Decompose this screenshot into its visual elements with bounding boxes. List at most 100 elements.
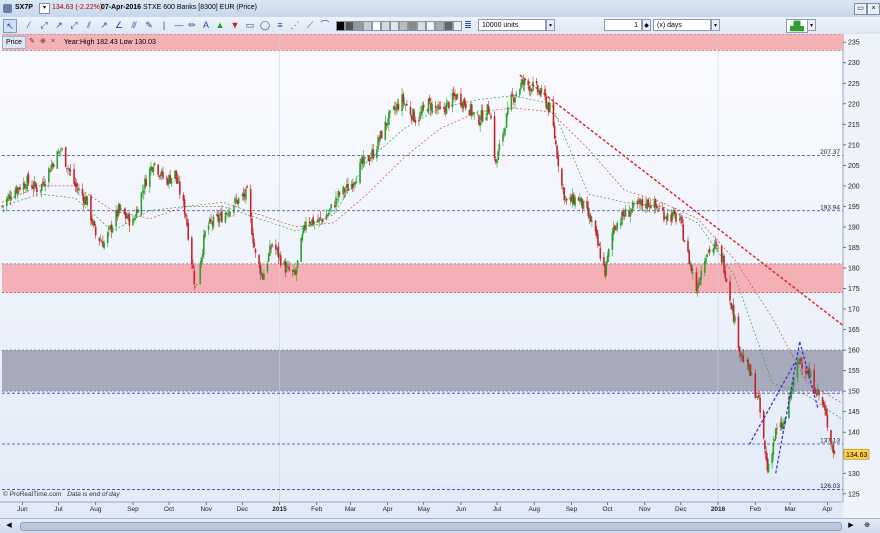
text-tool-icon[interactable]: A [200, 19, 212, 31]
line-style-icon[interactable]: ≣ [462, 19, 474, 31]
color-swatch-stone[interactable] [435, 21, 444, 31]
price-chart[interactable]: 207.37193.94137.13126.03 125130135140145… [0, 34, 880, 518]
pen-tool-icon[interactable]: ✎ [143, 19, 155, 31]
candle-2014-08-11-body [106, 232, 109, 243]
extend-tool-icon[interactable]: ↗ [98, 19, 110, 31]
candle-2016-02-19-body [776, 428, 778, 430]
cursor-tool-icon[interactable]: ↖ [3, 19, 17, 33]
wrench-icon[interactable]: ✎ [29, 38, 37, 46]
horizontal-line-tool-icon[interactable]: — [173, 19, 185, 31]
rectangle-tool-icon[interactable]: ▭ [244, 19, 256, 31]
candle-2015-05-12-body [436, 109, 438, 111]
candle-2015-11-06-body [649, 205, 652, 209]
chart-type-dropdown[interactable]: ▾ [807, 19, 816, 31]
y-tick-label-230: 230 [848, 60, 860, 67]
color-swatch-snow[interactable] [426, 21, 435, 31]
color-swatch-ash[interactable] [417, 21, 426, 31]
color-swatch-light[interactable] [453, 21, 462, 31]
units-input[interactable]: 10000 units [478, 19, 546, 31]
candle-2015-12-11-body [692, 272, 694, 274]
arrow-down-icon[interactable]: ▼ [229, 19, 241, 31]
candle-2015-05-06-body [428, 97, 431, 102]
candle-2014-10-24 [195, 283, 198, 285]
y-tick-label-205: 205 [848, 163, 860, 170]
candle-2014-11-17-body [224, 212, 227, 223]
color-swatch-grey[interactable] [354, 21, 363, 31]
candle-2015-12-21-body [704, 260, 706, 273]
fibonacci-tool-icon[interactable]: ≡ [274, 19, 286, 31]
candle-2016-04-04-body [830, 429, 832, 445]
candle-2014-07-28-body [90, 195, 92, 221]
y-tick-label-170: 170 [848, 307, 860, 314]
x-tick-label-22: Apr [822, 506, 833, 513]
candle-2014-10-17-body [187, 223, 190, 240]
candle-2015-02-27-body [347, 183, 349, 192]
color-swatch-slate[interactable] [408, 21, 417, 31]
trendline-tool-icon[interactable]: ⤢ [68, 19, 80, 31]
scroll-left-icon[interactable]: ◀ [4, 521, 14, 531]
candle-2015-07-10-body [507, 107, 509, 115]
vertical-line-tool-icon[interactable]: | [158, 19, 170, 31]
horizontal-scrollbar[interactable]: ◀ ▶ ⊕ [0, 518, 880, 533]
color-swatch-graphite[interactable] [444, 21, 453, 31]
period-spinner[interactable]: ◆ [642, 19, 651, 31]
color-swatch-white[interactable] [372, 21, 381, 31]
candle-2014-08-22-body [120, 208, 122, 210]
color-swatch-black[interactable] [336, 21, 345, 31]
candle-2016-02-08 [762, 409, 765, 440]
candle-2015-01-07-body [285, 265, 288, 272]
price-change-label: 134.63 (-2.22%) [52, 4, 103, 11]
zoom-icon[interactable]: ⊕ [862, 521, 872, 531]
scroll-thumb[interactable] [20, 522, 842, 531]
close-icon[interactable]: × [867, 3, 880, 15]
period-unit-dropdown[interactable]: ▾ [711, 19, 720, 31]
color-swatch-lightgrey[interactable] [363, 21, 372, 31]
close-panel-icon[interactable]: × [51, 38, 59, 46]
channel-tool-icon[interactable]: ⫽ [83, 19, 95, 31]
segment-tool-icon[interactable]: ⤢ [38, 19, 50, 31]
candle-2016-01-01-body [717, 248, 719, 249]
symbol-label[interactable]: SX7P [15, 4, 33, 11]
cycle-tool-icon[interactable]: ⌒ [319, 19, 331, 31]
candle-2015-02-11-body [327, 212, 330, 215]
candle-2014-06-17-body [40, 183, 43, 191]
scroll-right-icon[interactable]: ▶ [846, 521, 856, 531]
candle-2015-12-23-body [706, 254, 709, 257]
symbol-dropdown[interactable]: ▾ [39, 3, 50, 14]
x-tick-label-7: 2015 [272, 506, 287, 513]
candle-2015-07-08-body [504, 129, 507, 131]
candle-2014-10-27-body [199, 264, 202, 285]
ray-tool-icon[interactable]: ↗ [53, 19, 65, 31]
chart-type-icon[interactable]: ▟▙ [786, 19, 808, 33]
candle-2014-08-04-body [98, 237, 101, 241]
color-swatch-mid[interactable] [399, 21, 408, 31]
pencil-tool-icon[interactable]: ✏ [186, 19, 198, 31]
candle-2014-07-31-body [93, 221, 96, 226]
color-swatch-darkgrey[interactable] [345, 21, 354, 31]
level-label-0: 207.37 [820, 149, 840, 156]
fan-tool-icon[interactable]: ⋰ [289, 19, 301, 31]
color-swatch-silver[interactable] [381, 21, 390, 31]
units-dropdown[interactable]: ▾ [546, 19, 555, 31]
arrow-up-icon[interactable]: ▲ [214, 19, 226, 31]
candle-2014-05-16-body [2, 205, 5, 207]
magnify-icon[interactable]: ⊕ [40, 38, 48, 46]
x-tick-label-3: Sep [127, 506, 139, 513]
candle-2015-07-16-body [514, 97, 516, 103]
candle-2016-02-04-body [758, 394, 760, 398]
price-panel-label[interactable]: Price [2, 36, 26, 49]
line-tool-icon[interactable]: ⁄ [23, 19, 35, 31]
period-unit-select[interactable]: (x) days [653, 19, 711, 31]
color-swatch-pale[interactable] [390, 21, 399, 31]
candle-2015-02-10-body [326, 215, 329, 216]
minimize-icon[interactable]: ▭ [854, 3, 867, 15]
candle-2015-08-26-body [563, 187, 566, 200]
y-tick-label-210: 210 [848, 142, 860, 149]
candle-2014-10-24-body [195, 284, 198, 285]
angle-tool-icon[interactable]: ∠ [113, 19, 125, 31]
ellipse-tool-icon[interactable]: ◯ [259, 19, 271, 31]
parallel-tool-icon[interactable]: ⫻ [128, 19, 140, 31]
period-input[interactable]: 1 [604, 19, 642, 31]
candle-2015-06-29-body [493, 116, 496, 158]
gann-tool-icon[interactable]: ⟋ [304, 19, 316, 31]
